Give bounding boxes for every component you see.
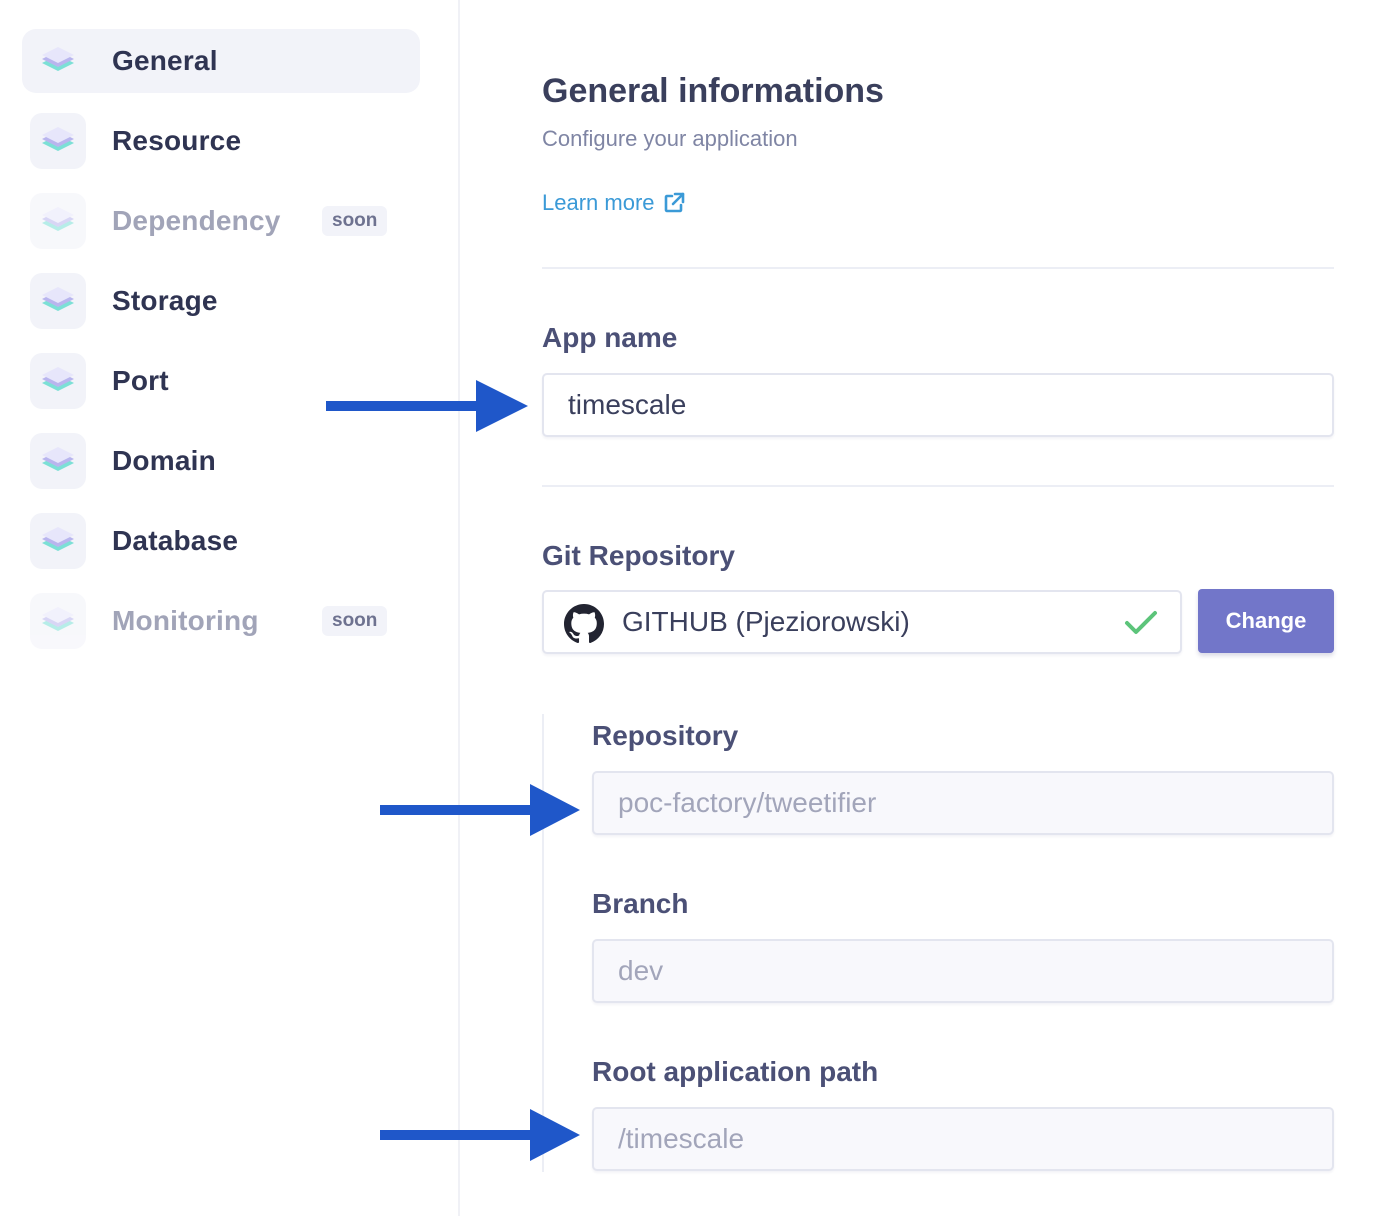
annotation-arrow xyxy=(380,784,580,836)
learn-more-label: Learn more xyxy=(542,190,655,215)
layers-icon xyxy=(30,353,86,409)
sidebar-item-database[interactable]: Database xyxy=(22,509,420,573)
sidebar-item-resource[interactable]: Resource xyxy=(22,109,420,173)
branch-input[interactable] xyxy=(592,939,1334,1003)
sidebar-item-label: Database xyxy=(112,525,239,556)
sidebar-item-label: Resource xyxy=(112,125,242,156)
sidebar-item-label: General xyxy=(112,45,218,76)
learn-more-link[interactable]: Learn more xyxy=(542,190,685,216)
sidebar-item-monitoring[interactable]: Monitoring soon xyxy=(22,589,420,653)
external-link-icon xyxy=(664,192,684,213)
check-icon xyxy=(1125,611,1157,634)
layers-icon xyxy=(30,593,86,649)
page-subtitle: Configure your application xyxy=(542,126,798,151)
repository-label: Repository xyxy=(592,720,739,751)
sidebar-item-storage[interactable]: Storage xyxy=(22,269,420,333)
layers-icon xyxy=(30,193,86,249)
layers-icon xyxy=(30,513,86,569)
sidebar-item-label: Storage xyxy=(112,285,218,316)
root-application-path-label: Root application path xyxy=(592,1056,879,1087)
section-divider xyxy=(542,267,1334,269)
git-provider-field[interactable]: GITHUB (Pjeziorowski) xyxy=(542,590,1182,654)
annotation-arrow xyxy=(380,1109,580,1161)
git-repository-label: Git Repository xyxy=(542,540,735,571)
change-repository-button[interactable]: Change xyxy=(1198,589,1334,653)
branch-label: Branch xyxy=(592,888,689,919)
repository-input[interactable] xyxy=(592,771,1334,835)
app-name-label: App name xyxy=(542,322,678,353)
git-provider-text: GITHUB (Pjeziorowski) xyxy=(622,606,910,637)
soon-badge: soon xyxy=(322,606,388,636)
app-name-input[interactable] xyxy=(542,373,1334,437)
sidebar-item-label: Port xyxy=(112,365,169,396)
sidebar-item-label: Dependency xyxy=(112,205,281,236)
sidebar-item-label: Domain xyxy=(112,445,216,476)
sidebar-item-label: Monitoring xyxy=(112,605,259,636)
layers-icon xyxy=(30,33,86,89)
settings-sidebar: General Resource Dependency soon Storage… xyxy=(0,0,460,1216)
layers-icon xyxy=(30,273,86,329)
annotation-arrow xyxy=(326,380,528,432)
root-application-path-input[interactable] xyxy=(592,1107,1334,1171)
layers-icon xyxy=(30,433,86,489)
layers-icon xyxy=(30,113,86,169)
soon-badge: soon xyxy=(322,206,388,236)
git-subsection-border xyxy=(542,714,544,1172)
page-title: General informations xyxy=(542,72,884,110)
section-divider xyxy=(542,485,1334,487)
sidebar-item-domain[interactable]: Domain xyxy=(22,429,420,493)
sidebar-item-dependency[interactable]: Dependency soon xyxy=(22,189,420,253)
sidebar-item-general[interactable]: General xyxy=(22,29,420,93)
github-icon xyxy=(564,604,604,644)
